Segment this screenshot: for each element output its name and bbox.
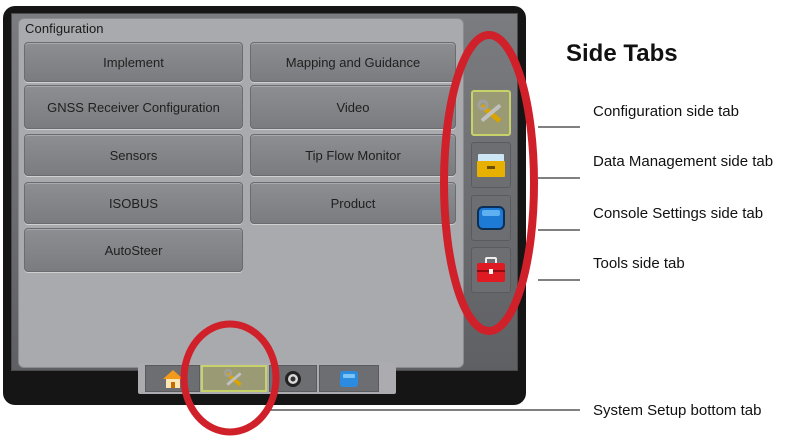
callout-console-settings: Console Settings side tab <box>593 205 764 222</box>
highlight-oval-side-tabs <box>440 31 538 335</box>
highlight-oval-bottom-tab <box>180 320 280 436</box>
callout-data-management: Data Management side tab <box>593 153 774 170</box>
callout-configuration: Configuration side tab <box>593 103 739 120</box>
callout-system-setup: System Setup bottom tab <box>593 402 762 419</box>
callout-tools: Tools side tab <box>593 255 685 272</box>
annotation-heading: Side Tabs <box>566 40 678 67</box>
